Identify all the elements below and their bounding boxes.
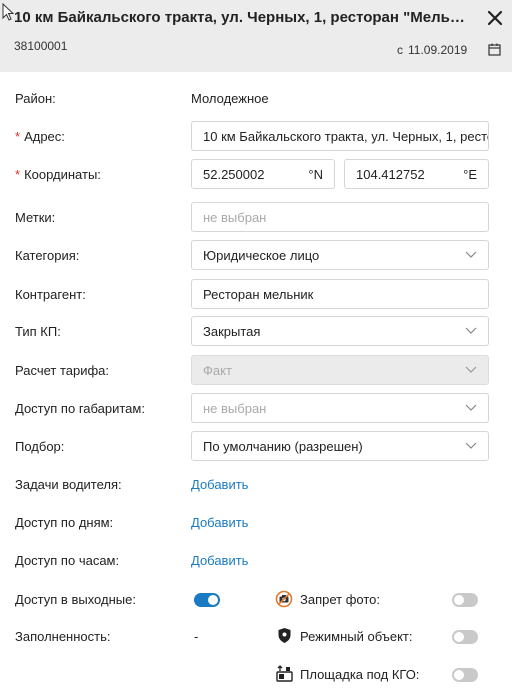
fill-level-value: - <box>194 629 199 644</box>
required-mark: * <box>15 167 21 182</box>
latitude-unit: °N <box>308 167 323 182</box>
photo-ban-toggle[interactable] <box>452 593 478 607</box>
category-label: Категория: <box>15 248 80 263</box>
longitude-input[interactable]: 104.412752 °E <box>344 159 489 189</box>
required-mark: * <box>15 129 21 144</box>
chevron-down-icon <box>465 404 477 411</box>
row-days-access: Доступ по дням: Добавить <box>0 507 512 539</box>
district-value: Молодежное <box>191 91 269 106</box>
category-select[interactable]: Юридическое лицо <box>191 240 489 270</box>
photo-ban-label: Запрет фото: <box>300 592 381 607</box>
contractor-label: Контрагент: <box>15 287 86 302</box>
kgo-site-label: Площадка под КГО: <box>300 667 420 682</box>
days-access-label: Доступ по дням: <box>15 515 114 530</box>
object-code: 38100001 <box>14 39 68 53</box>
dimensions-access-select[interactable]: не выбран <box>191 393 489 423</box>
row-hours-access: Доступ по часам: Добавить <box>0 545 512 577</box>
shield-icon <box>278 628 291 643</box>
bulky-waste-site-icon <box>276 665 293 682</box>
chevron-down-icon <box>465 251 477 258</box>
calendar-icon[interactable] <box>488 43 501 56</box>
address-input[interactable]: 10 км Байкальского тракта, ул. Черных, 1… <box>191 121 489 151</box>
dialog-title: 10 км Байкальского тракта, ул. Черных, 1… <box>14 9 469 26</box>
district-label: Район: <box>15 91 56 106</box>
weekend-access-label: Доступ в выходные: <box>15 592 136 607</box>
fill-level-label: Заполненность: <box>15 629 111 644</box>
tariff-select: Факт <box>191 355 489 385</box>
restricted-object-label: Режимный объект: <box>300 629 413 644</box>
restricted-object-toggle[interactable] <box>452 630 478 644</box>
row-fill-level: Заполненность: - Режимный объект: <box>0 621 512 653</box>
row-selection: Подбор: По умолчанию (разрешен) <box>0 431 512 463</box>
chevron-down-icon <box>465 442 477 449</box>
add-hours-access-link[interactable]: Добавить <box>191 553 248 568</box>
row-tariff: Расчет тарифа: Факт <box>0 355 512 387</box>
since-prefix: с <box>397 43 403 57</box>
row-contractor: Контрагент: Ресторан мельник <box>0 279 512 311</box>
row-address: * Адрес: 10 км Байкальского тракта, ул. Ч… <box>0 121 512 153</box>
row-driver-tasks: Задачи водителя: Добавить <box>0 469 512 501</box>
row-dimensions-access: Доступ по габаритам: не выбран <box>0 393 512 425</box>
row-kgo-site: Площадка под КГО: <box>0 659 512 691</box>
row-tags: Метки: не выбран <box>0 202 512 234</box>
row-kp-type: Тип КП: Закрытая <box>0 316 512 348</box>
chevron-down-icon <box>465 327 477 334</box>
weekend-access-toggle[interactable] <box>194 593 220 607</box>
kgo-site-toggle[interactable] <box>452 668 478 682</box>
since-date-label: с 11.09.2019 <box>397 43 467 57</box>
latitude-input[interactable]: 52.250002 °N <box>191 159 335 189</box>
hours-access-label: Доступ по часам: <box>15 553 120 568</box>
close-button[interactable] <box>485 8 505 28</box>
coords-label: * Координаты: <box>15 167 101 182</box>
tags-label: Метки: <box>15 210 56 225</box>
row-district: Район: Молодежное <box>0 83 512 115</box>
no-camera-icon <box>275 590 293 608</box>
chevron-down-icon <box>465 366 477 373</box>
mouse-cursor-icon <box>2 3 14 21</box>
close-icon <box>487 10 503 26</box>
tariff-label: Расчет тарифа: <box>15 363 110 378</box>
row-coords: * Координаты: 52.250002 °N 104.412752 °E <box>0 159 512 191</box>
driver-tasks-label: Задачи водителя: <box>15 477 122 492</box>
row-category: Категория: Юридическое лицо <box>0 240 512 272</box>
longitude-unit: °E <box>463 167 477 182</box>
add-days-access-link[interactable]: Добавить <box>191 515 248 530</box>
address-label: * Адрес: <box>15 129 65 144</box>
kp-type-label: Тип КП: <box>15 324 61 339</box>
selection-label: Подбор: <box>15 439 65 454</box>
contractor-input[interactable]: Ресторан мельник <box>191 279 489 309</box>
kp-type-select[interactable]: Закрытая <box>191 316 489 346</box>
tags-input[interactable]: не выбран <box>191 202 489 232</box>
dimensions-access-label: Доступ по габаритам: <box>15 401 145 416</box>
add-driver-task-link[interactable]: Добавить <box>191 477 248 492</box>
since-date: 11.09.2019 <box>408 43 468 57</box>
selection-select[interactable]: По умолчанию (разрешен) <box>191 431 489 461</box>
dialog-header: 10 км Байкальского тракта, ул. Черных, 1… <box>0 0 512 72</box>
row-weekend-access: Доступ в выходные: Запрет фото: <box>0 584 512 616</box>
